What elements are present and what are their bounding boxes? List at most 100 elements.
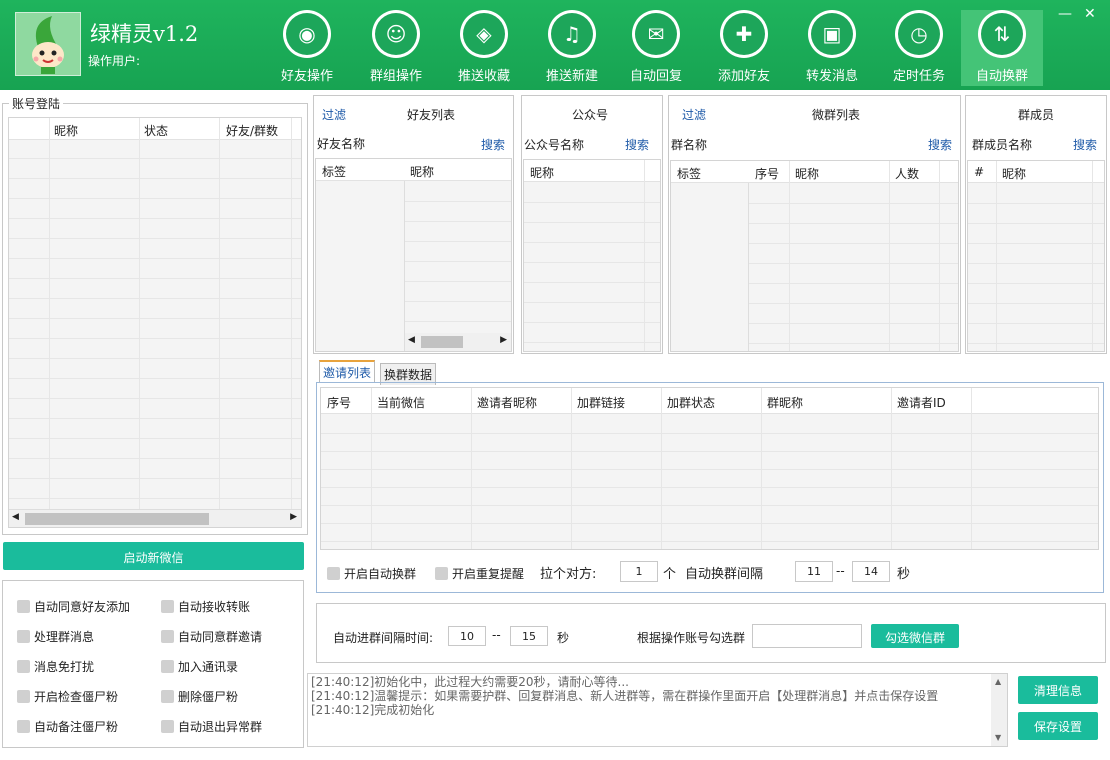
close-button[interactable]: ✕ <box>1084 6 1096 22</box>
operator-label: 操作用户: <box>88 54 141 68</box>
nav-add-friend[interactable]: ✚ 添加好友 <box>703 10 785 86</box>
tab-invite-list[interactable]: 邀请列表 <box>319 360 376 383</box>
pull-count-input[interactable]: 1 <box>620 561 658 582</box>
scroll-down-icon[interactable]: ▼ <box>995 731 1001 745</box>
join-interval-unit: 秒 <box>557 631 570 645</box>
opt-remark-zombie[interactable]: 自动备注僵尸粉 <box>17 718 118 735</box>
scroll-left-icon[interactable]: ◀ <box>12 512 19 522</box>
account-select-input[interactable] <box>752 624 862 648</box>
checkbox[interactable] <box>17 600 30 613</box>
opt-auto-accept-group-invite[interactable]: 自动同意群邀请 <box>161 628 262 645</box>
col-index: 序号 <box>327 396 352 410</box>
start-new-wechat-button[interactable]: 启动新微信 <box>3 542 304 570</box>
nav-scheduled-tasks[interactable]: ◷ 定时任务 <box>878 10 960 86</box>
checkbox[interactable] <box>161 660 174 673</box>
nav-group-ops[interactable]: ☺ 群组操作 <box>355 10 437 86</box>
col-inviter-nickname: 邀请者昵称 <box>477 396 538 410</box>
checkbox[interactable] <box>161 630 174 643</box>
member-table[interactable]: # 昵称 <box>967 160 1105 352</box>
checkbox[interactable] <box>17 630 30 643</box>
invite-table[interactable]: 序号 当前微信 邀请者昵称 加群链接 加群状态 群昵称 邀请者ID <box>320 387 1099 550</box>
nav-label: 推送新建 <box>545 69 598 84</box>
nav-push-favorites[interactable]: ◈ 推送收藏 <box>443 10 525 86</box>
friend-search-button[interactable]: 搜索 <box>481 136 505 153</box>
clear-log-button[interactable]: 清理信息 <box>1018 676 1098 704</box>
option-label: 开启重复提醒 <box>452 567 525 581</box>
member-search-button[interactable]: 搜索 <box>1073 136 1097 153</box>
col-join-link: 加群链接 <box>577 396 626 410</box>
scroll-left-icon[interactable]: ◀ <box>408 335 415 345</box>
col-nickname: 昵称 <box>54 124 79 138</box>
nav-label: 自动回复 <box>629 69 682 84</box>
checkbox[interactable] <box>327 567 340 580</box>
option-label: 自动接收转账 <box>178 600 251 614</box>
group-filter-link[interactable]: 过滤 <box>682 106 706 123</box>
opt-auto-exit-abnormal[interactable]: 自动退出异常群 <box>161 718 262 735</box>
repeat-remind-checkbox[interactable]: 开启重复提醒 <box>435 565 524 582</box>
auto-swap-checkbox[interactable]: 开启自动换群 <box>327 565 416 582</box>
option-label: 消息免打扰 <box>34 660 95 674</box>
checkbox[interactable] <box>435 567 448 580</box>
opt-auto-accept-friend[interactable]: 自动同意好友添加 <box>17 598 130 615</box>
official-table[interactable]: 昵称 <box>523 159 661 352</box>
opt-add-contacts[interactable]: 加入通讯录 <box>161 658 238 675</box>
horizontal-scrollbar[interactable]: ◀ ▶ <box>405 333 511 351</box>
person-circle-icon: ◉ <box>286 13 328 55</box>
nav-auto-swap-group[interactable]: ⇅ 自动换群 <box>961 10 1043 86</box>
log-area[interactable]: [21:40:12]初始化中，此过程大约需要20秒，请耐心等待... [21:4… <box>307 673 1008 747</box>
horizontal-scrollbar[interactable]: ◀ ▶ <box>9 509 301 527</box>
nav-label: 推送收藏 <box>457 69 510 84</box>
table-header: 昵称 状态 好友/群数 <box>9 118 301 140</box>
join-interval-from[interactable]: 10 <box>448 626 486 646</box>
nav-forward-message[interactable]: ▣ 转发消息 <box>791 10 873 86</box>
scroll-thumb[interactable] <box>421 336 463 348</box>
checkbox[interactable] <box>161 720 174 733</box>
scroll-right-icon[interactable]: ▶ <box>290 512 297 522</box>
col-nickname: 昵称 <box>410 165 435 179</box>
official-title: 公众号 <box>572 108 609 122</box>
log-line: [21:40:12]初始化中，此过程大约需要20秒，请耐心等待... <box>311 675 629 689</box>
opt-check-zombie[interactable]: 开启检查僵尸粉 <box>17 688 118 705</box>
log-line: [21:40:12]温馨提示：如果需要护群、回复群消息、新人进群等，需在群操作里… <box>311 689 939 703</box>
opt-auto-receive-transfer[interactable]: 自动接收转账 <box>161 598 250 615</box>
join-interval-to[interactable]: 15 <box>510 626 548 646</box>
group-person-icon: ☺ <box>375 13 417 55</box>
option-label: 自动备注僵尸粉 <box>34 720 119 734</box>
official-search-button[interactable]: 搜索 <box>625 136 649 153</box>
scroll-up-icon[interactable]: ▲ <box>995 675 1001 689</box>
friend-search-label: 好友名称 <box>317 137 366 151</box>
vertical-scrollbar[interactable]: ▲ ▼ <box>991 674 1007 746</box>
checkbox[interactable] <box>17 690 30 703</box>
friend-filter-link[interactable]: 过滤 <box>322 106 346 123</box>
option-label: 开启自动换群 <box>344 567 417 581</box>
col-nickname: 昵称 <box>1002 167 1027 181</box>
select-wechat-groups-button[interactable]: 勾选微信群 <box>871 624 959 648</box>
opt-handle-group-msg[interactable]: 处理群消息 <box>17 628 94 645</box>
join-interval-label: 自动进群间隔时间: <box>333 631 434 645</box>
account-table[interactable]: 昵称 状态 好友/群数 ◀ ▶ <box>8 117 302 528</box>
swap-interval-from[interactable]: 11 <box>795 561 833 582</box>
group-search-button[interactable]: 搜索 <box>928 136 952 153</box>
chat-bubble-icon: ✉ <box>635 13 677 55</box>
minimize-button[interactable]: — <box>1058 6 1072 22</box>
friend-list-title: 好友列表 <box>407 108 456 122</box>
swap-interval-to[interactable]: 14 <box>852 561 890 582</box>
checkbox[interactable] <box>161 600 174 613</box>
save-settings-button[interactable]: 保存设置 <box>1018 712 1098 740</box>
opt-mute[interactable]: 消息免打扰 <box>17 658 94 675</box>
nav-friend-ops[interactable]: ◉ 好友操作 <box>266 10 348 86</box>
bell-icon: ♫ <box>551 13 593 55</box>
table-header: 序号 当前微信 邀请者昵称 加群链接 加群状态 群昵称 邀请者ID <box>321 388 1098 414</box>
checkbox[interactable] <box>17 720 30 733</box>
scroll-thumb[interactable] <box>25 513 209 525</box>
checkbox[interactable] <box>17 660 30 673</box>
opt-delete-zombie[interactable]: 删除僵尸粉 <box>161 688 238 705</box>
col-tag: 标签 <box>677 167 702 181</box>
col-nickname: 昵称 <box>795 167 820 181</box>
scroll-right-icon[interactable]: ▶ <box>500 335 507 345</box>
nav-push-new[interactable]: ♫ 推送新建 <box>531 10 613 86</box>
nav-auto-reply[interactable]: ✉ 自动回复 <box>615 10 697 86</box>
checkbox[interactable] <box>161 690 174 703</box>
friend-table[interactable]: 标签 昵称 ◀ ▶ <box>315 158 512 352</box>
group-table[interactable]: 标签 序号 昵称 人数 <box>670 160 959 352</box>
